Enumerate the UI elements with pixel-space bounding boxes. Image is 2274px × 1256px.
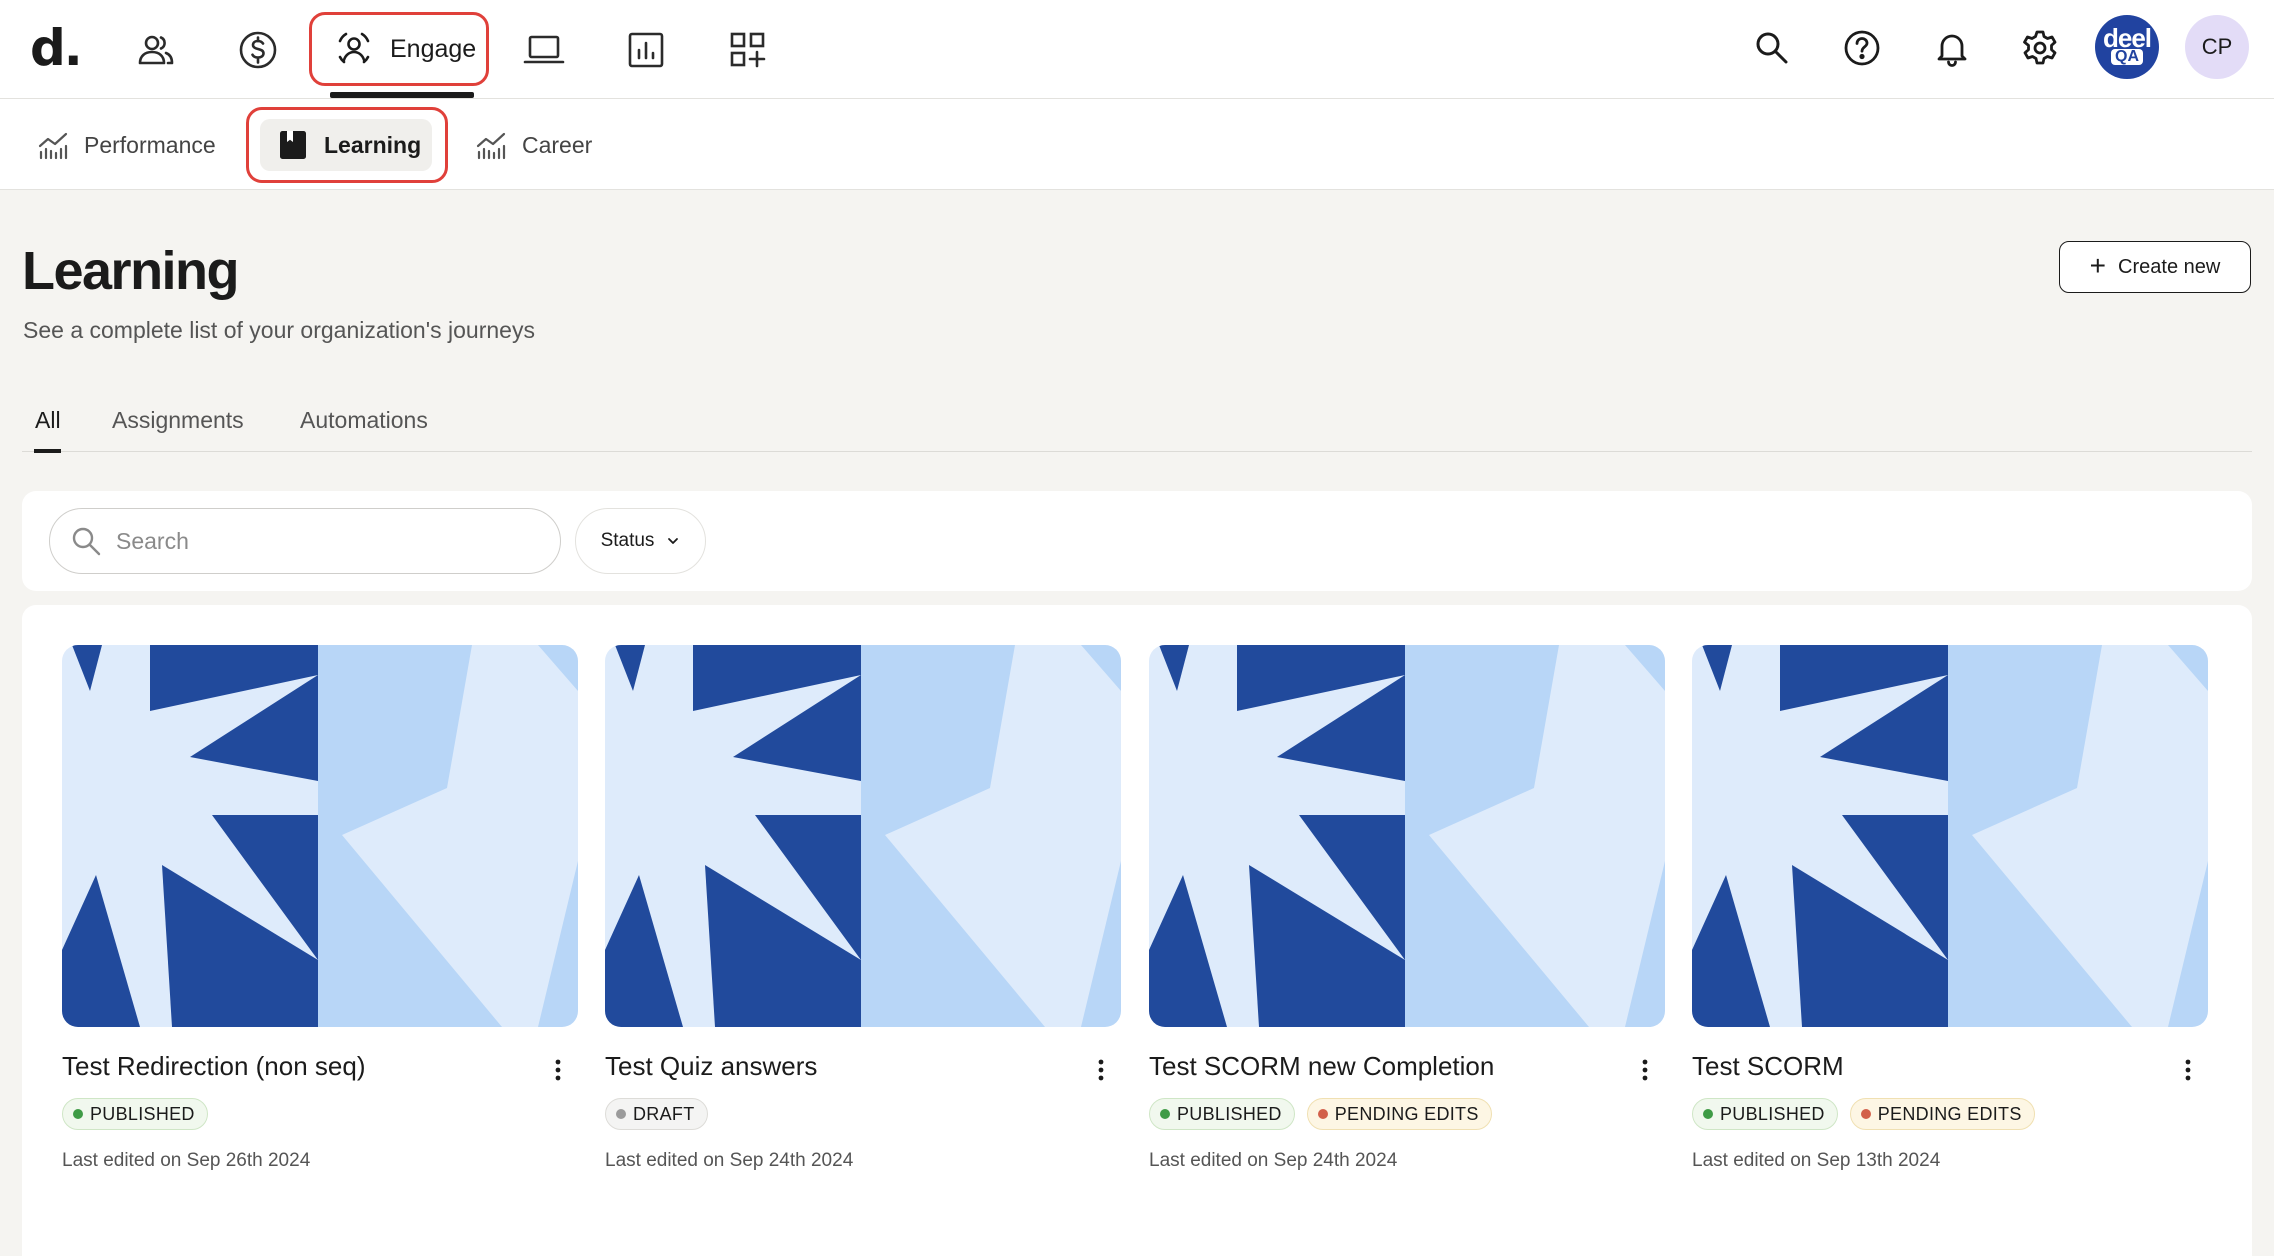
chart-line-icon: [476, 132, 506, 160]
filter-bar: Status: [22, 491, 2252, 591]
engage-sub-navigation: Performance Learning Career: [0, 99, 2274, 190]
laptop-icon[interactable]: [512, 18, 576, 82]
status-badge: PUBLISHED: [62, 1098, 208, 1130]
active-nav-indicator: [330, 92, 474, 98]
more-options-icon[interactable]: [2176, 1053, 2200, 1087]
subnav-label-career: Career: [522, 131, 593, 158]
search-icon: [72, 527, 101, 556]
status-badge: DRAFT: [605, 1098, 708, 1130]
journey-card[interactable]: Test Redirection (non seq) PUBLISHED Las…: [62, 645, 578, 1205]
journey-title[interactable]: Test SCORM: [1692, 1051, 1844, 1082]
more-options-icon[interactable]: [1633, 1053, 1657, 1087]
status-dot-icon: [1317, 1109, 1328, 1119]
status-dot-icon: [73, 1109, 83, 1119]
status-badges: PUBLISHED PENDING EDITS: [1692, 1098, 2035, 1130]
status-badge: PENDING EDITS: [1849, 1098, 2035, 1130]
create-new-button[interactable]: + Create new: [2059, 241, 2251, 293]
status-badge: PUBLISHED: [1149, 1098, 1295, 1130]
gear-icon[interactable]: [2012, 20, 2068, 76]
last-edited-text: Last edited on Sep 24th 2024: [1149, 1150, 1398, 1171]
status-badges: PUBLISHED PENDING EDITS: [1149, 1098, 1492, 1130]
journeys-grid: Test Redirection (non seq) PUBLISHED Las…: [22, 605, 2252, 1256]
journey-card[interactable]: Test SCORM new Completion PUBLISHED PEND…: [1149, 645, 1665, 1205]
journey-title[interactable]: Test Redirection (non seq): [62, 1051, 365, 1082]
top-navigation-bar: d. Engage deel QA CP: [0, 0, 2274, 99]
subnav-item-career[interactable]: Career: [474, 121, 592, 169]
journey-card[interactable]: Test Quiz answers DRAFT Last edited on S…: [605, 645, 1121, 1205]
apps-add-icon[interactable]: [716, 18, 780, 82]
status-dot-icon: [1860, 1109, 1871, 1119]
active-tab-indicator: [34, 449, 61, 453]
journey-thumbnail[interactable]: [605, 645, 1121, 1027]
last-edited-text: Last edited on Sep 26th 2024: [62, 1150, 311, 1171]
engage-nav-button[interactable]: Engage: [309, 12, 489, 86]
organization-avatar[interactable]: deel QA: [2095, 15, 2159, 79]
book-icon: [280, 131, 306, 159]
status-dot-icon: [1160, 1109, 1170, 1119]
bell-icon[interactable]: [1924, 20, 1980, 76]
journey-thumbnail[interactable]: [1149, 645, 1665, 1027]
deel-logo[interactable]: d.: [30, 18, 90, 78]
page-title: Learning: [22, 241, 240, 301]
status-dot-icon: [1703, 1109, 1713, 1119]
journey-thumbnail[interactable]: [62, 645, 578, 1027]
tab-all[interactable]: All: [35, 407, 61, 434]
last-edited-text: Last edited on Sep 13th 2024: [1692, 1150, 1941, 1171]
status-badge: PENDING EDITS: [1306, 1098, 1492, 1130]
tab-automations[interactable]: Automations: [300, 407, 428, 434]
chevron-down-icon: [668, 538, 679, 544]
search-input[interactable]: [116, 527, 516, 555]
more-options-icon[interactable]: [546, 1053, 570, 1087]
status-badges: PUBLISHED: [62, 1098, 208, 1130]
status-badge: PUBLISHED: [1692, 1098, 1838, 1130]
status-dot-icon: [616, 1109, 626, 1119]
more-options-icon[interactable]: [1089, 1053, 1113, 1087]
journey-tabs: All Assignments Automations: [22, 400, 2252, 453]
create-new-label: Create new: [2118, 255, 2221, 278]
tab-assignments[interactable]: Assignments: [112, 407, 244, 434]
journey-title[interactable]: Test SCORM new Completion: [1149, 1051, 1494, 1082]
journey-card[interactable]: Test SCORM PUBLISHED PENDING EDITS Last …: [1692, 645, 2208, 1205]
search-icon[interactable]: [1744, 20, 1800, 76]
engage-label: Engage: [390, 34, 477, 63]
chart-line-icon: [38, 132, 68, 160]
help-icon[interactable]: [1834, 20, 1890, 76]
subnav-item-performance[interactable]: Performance: [36, 121, 216, 169]
status-badges: DRAFT: [605, 1098, 708, 1130]
status-filter-label: Status: [600, 530, 655, 551]
people-icon[interactable]: [124, 18, 188, 82]
engage-icon: [338, 32, 370, 64]
last-edited-text: Last edited on Sep 24th 2024: [605, 1150, 854, 1171]
report-icon[interactable]: [614, 18, 678, 82]
subnav-item-learning[interactable]: Learning: [260, 119, 432, 171]
search-field[interactable]: [49, 508, 561, 574]
subnav-label-learning: Learning: [324, 131, 422, 158]
subnav-label-performance: Performance: [84, 131, 216, 158]
journey-title[interactable]: Test Quiz answers: [605, 1051, 817, 1082]
dollar-icon[interactable]: [226, 18, 290, 82]
page-subtitle: See a complete list of your organization…: [23, 317, 535, 343]
user-avatar[interactable]: CP: [2185, 15, 2249, 79]
plus-icon: +: [2089, 249, 2107, 281]
status-filter-dropdown[interactable]: Status: [575, 508, 706, 574]
journey-thumbnail[interactable]: [1692, 645, 2208, 1027]
